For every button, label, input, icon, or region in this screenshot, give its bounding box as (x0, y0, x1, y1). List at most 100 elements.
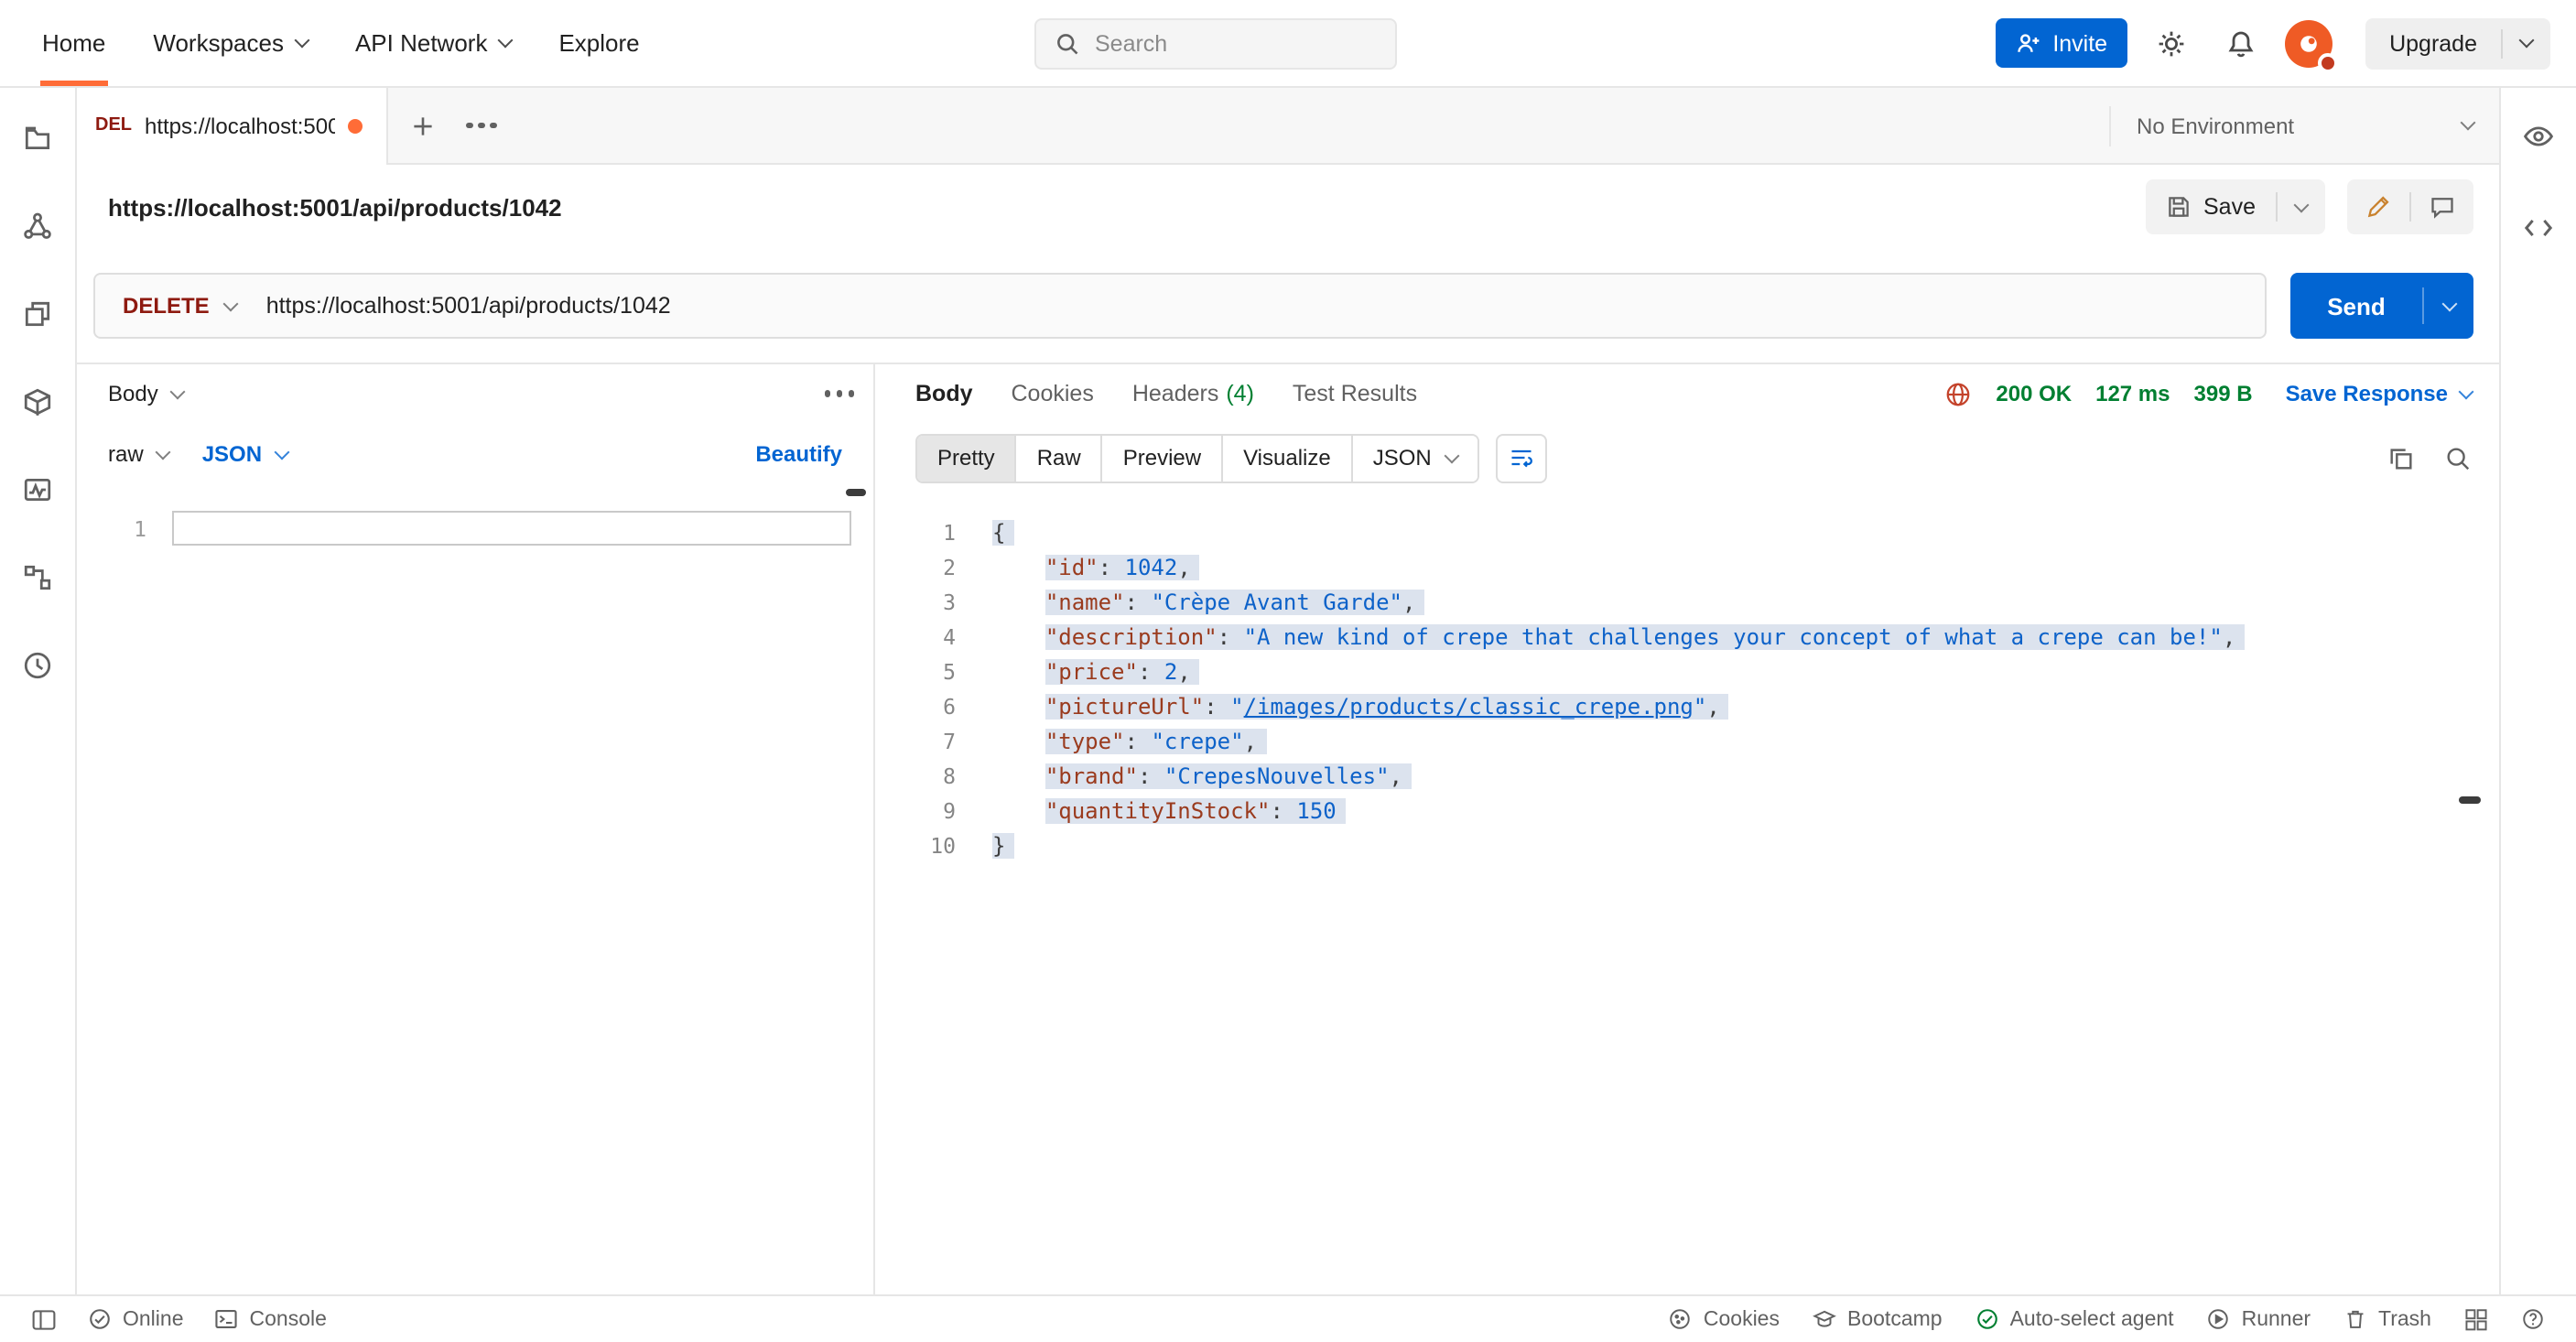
view-pretty-button[interactable]: Pretty (917, 435, 1017, 481)
save-response-button[interactable]: Save Response (2286, 381, 2472, 406)
left-sidebar-rail (0, 88, 77, 1294)
tab-title: https://localhost:5001/api/products/1042 (145, 113, 335, 138)
split-view-icon (2464, 1307, 2488, 1331)
bootcamp-button[interactable]: Bootcamp (1803, 1307, 1952, 1331)
code-token: , (1244, 728, 1257, 753)
environment-quick-look-button[interactable] (2515, 112, 2562, 159)
editor-active-line[interactable] (172, 511, 851, 546)
response-time: 127 ms (2095, 381, 2170, 406)
response-tab-headers[interactable]: Headers (4) (1132, 381, 1254, 406)
nav-item-explore[interactable]: Explore (535, 0, 663, 86)
code-token: "name" (1045, 589, 1125, 614)
response-scrollbar-thumb[interactable] (2459, 796, 2481, 804)
runner-button[interactable]: Runner (2198, 1307, 2320, 1331)
request-section-dropdown[interactable]: Body (108, 381, 184, 406)
mock-servers-icon[interactable] (14, 377, 61, 425)
code-token: " (1230, 693, 1243, 719)
comments-button[interactable] (2411, 179, 2473, 234)
settings-gear-button[interactable] (2146, 17, 2197, 69)
user-avatar[interactable] (2285, 19, 2332, 67)
view-raw-button[interactable]: Raw (1017, 435, 1103, 481)
beautify-button[interactable]: Beautify (755, 441, 842, 467)
view-visualize-button[interactable]: Visualize (1223, 435, 1353, 481)
code-line: 9 "quantityInStock": 150 (875, 793, 2499, 828)
search-response-button[interactable] (2444, 444, 2472, 471)
view-preview-button[interactable]: Preview (1103, 435, 1223, 481)
code-token: "pictureUrl" (1045, 693, 1204, 719)
tab-options-button[interactable] (458, 102, 505, 149)
two-pane-view-button[interactable] (2455, 1307, 2497, 1331)
new-tab-button[interactable] (399, 102, 447, 149)
notifications-bell-button[interactable] (2215, 17, 2267, 69)
url-input[interactable] (266, 293, 2265, 319)
code-token: : (1138, 658, 1164, 684)
save-split-button: Save (2145, 179, 2325, 234)
body-format-dropdown[interactable]: raw (108, 441, 169, 467)
save-options-chevron[interactable] (2278, 204, 2325, 210)
agent-selector-button[interactable]: Auto-select agent (1966, 1307, 2183, 1331)
chevron-down-icon (2441, 296, 2457, 311)
collections-icon[interactable] (14, 114, 61, 161)
navbar-right: Invite Upgrade (1996, 17, 2550, 69)
wrap-lines-button[interactable] (1496, 433, 1547, 482)
bell-icon (2226, 28, 2256, 58)
tab-label: Body (915, 381, 973, 406)
chevron-down-icon (2294, 197, 2310, 212)
history-icon[interactable] (14, 641, 61, 688)
save-button[interactable]: Save (2145, 194, 2276, 220)
body-language-label: JSON (202, 441, 262, 467)
invite-button[interactable]: Invite (1996, 18, 2127, 68)
send-button[interactable]: Send (2290, 273, 2422, 339)
environment-selector[interactable]: No Environment (2111, 88, 2499, 163)
send-options-chevron[interactable] (2424, 273, 2473, 339)
response-language-dropdown[interactable]: JSON (1353, 435, 1477, 481)
search-input[interactable] (1095, 31, 1351, 57)
upgrade-button[interactable]: Upgrade (2365, 17, 2550, 69)
monitors-icon[interactable] (14, 465, 61, 513)
nav-api-network-label: API Network (355, 29, 488, 57)
code-snippet-button[interactable] (2515, 203, 2562, 251)
request-body-editor[interactable]: 1 (77, 485, 873, 1294)
trash-icon (2343, 1307, 2367, 1331)
picture-url-link[interactable]: /images/products/classic_crepe.png (1244, 693, 1694, 719)
request-url-row: DELETE Send (77, 249, 2499, 363)
statusbar-right: Cookies Bootcamp Auto-select agent Runne… (1660, 1307, 2554, 1331)
code-token: , (1706, 693, 1719, 719)
response-tab-body[interactable]: Body (915, 381, 973, 406)
workbench: DEL https://localhost:5001/api/products/… (77, 88, 2499, 1294)
editor-scrollbar-thumb[interactable] (846, 489, 866, 496)
online-status[interactable]: Online (79, 1296, 193, 1342)
global-search[interactable] (1034, 18, 1397, 70)
chevron-down-icon (223, 296, 239, 311)
line-number: 4 (875, 623, 956, 649)
apis-icon[interactable] (14, 201, 61, 249)
flows-icon[interactable] (14, 553, 61, 601)
nav-item-api-network[interactable]: API Network (331, 0, 536, 86)
environments-icon[interactable] (14, 289, 61, 337)
response-tabs-row: Body Cookies Headers (4) Test Results 20… (875, 364, 2499, 423)
cookies-button[interactable]: Cookies (1660, 1307, 1789, 1331)
help-button[interactable] (2512, 1307, 2554, 1331)
upgrade-chevron[interactable] (2503, 40, 2550, 46)
nav-item-home[interactable]: Home (18, 0, 129, 86)
console-button[interactable]: Console (206, 1296, 336, 1342)
code-token: "brand" (1045, 763, 1138, 788)
code-token: "description" (1045, 623, 1218, 649)
sidebar-toggle-button[interactable] (22, 1296, 66, 1342)
cookie-icon (1669, 1307, 1693, 1331)
environment-area: No Environment (2109, 88, 2499, 163)
response-tab-test-results[interactable]: Test Results (1293, 381, 1417, 406)
nav-item-workspaces[interactable]: Workspaces (129, 0, 331, 86)
body-language-dropdown[interactable]: JSON (202, 441, 287, 467)
response-code[interactable]: 1{2 "id": 1042,3 "name": "Crèpe Avant Ga… (875, 492, 2499, 1294)
network-globe-icon[interactable] (1944, 380, 1972, 407)
trash-button[interactable]: Trash (2334, 1307, 2441, 1331)
response-tab-cookies[interactable]: Cookies (1012, 381, 1094, 406)
copy-button[interactable] (2387, 444, 2415, 471)
code-token: "quantityInStock" (1045, 797, 1271, 823)
rename-button[interactable] (2347, 179, 2409, 234)
more-options-icon (836, 391, 842, 397)
method-selector[interactable]: DELETE (95, 293, 266, 319)
request-tab[interactable]: DEL https://localhost:5001/api/products/… (77, 88, 388, 163)
request-more-options-button[interactable] (836, 391, 842, 397)
